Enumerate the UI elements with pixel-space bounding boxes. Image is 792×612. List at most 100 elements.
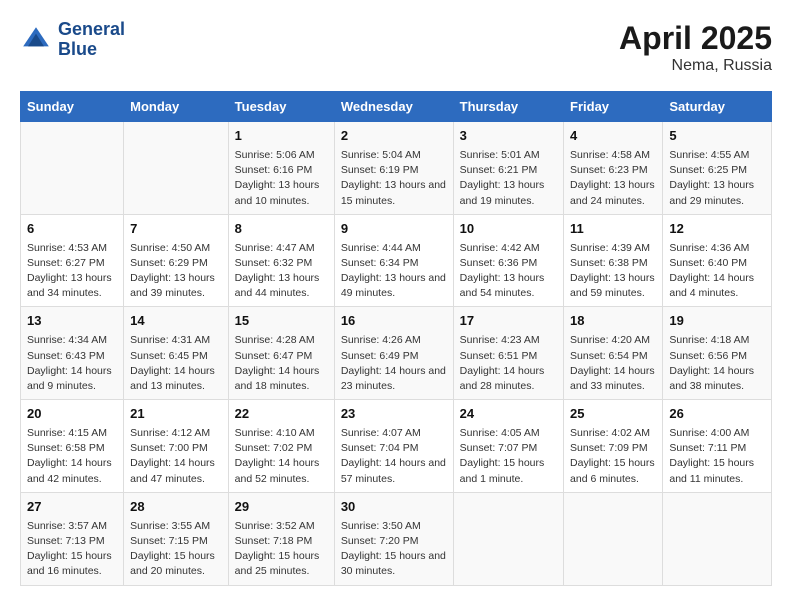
- day-info: Daylight: 15 hours and 30 minutes.: [341, 549, 447, 579]
- calendar-cell: 18Sunrise: 4:20 AMSunset: 6:54 PMDayligh…: [564, 307, 663, 400]
- day-info: Sunrise: 4:53 AM: [27, 241, 117, 256]
- day-info: Daylight: 15 hours and 20 minutes.: [130, 549, 222, 579]
- day-info: Sunrise: 3:52 AM: [235, 519, 328, 534]
- main-title: April 2025: [619, 20, 772, 57]
- day-number: 24: [460, 405, 557, 424]
- calendar-header-row: SundayMondayTuesdayWednesdayThursdayFrid…: [21, 92, 772, 122]
- day-info: Sunrise: 4:15 AM: [27, 426, 117, 441]
- calendar-cell: 17Sunrise: 4:23 AMSunset: 6:51 PMDayligh…: [453, 307, 563, 400]
- calendar-cell: [663, 492, 772, 585]
- day-number: 29: [235, 498, 328, 517]
- calendar-cell: [453, 492, 563, 585]
- day-info: Sunrise: 4:47 AM: [235, 241, 328, 256]
- day-info: Sunset: 7:11 PM: [669, 441, 765, 456]
- day-number: 19: [669, 312, 765, 331]
- day-info: Sunrise: 4:39 AM: [570, 241, 656, 256]
- day-info: Daylight: 15 hours and 1 minute.: [460, 456, 557, 486]
- calendar-week-row: 6Sunrise: 4:53 AMSunset: 6:27 PMDaylight…: [21, 214, 772, 307]
- day-info: Sunset: 7:04 PM: [341, 441, 447, 456]
- day-info: Sunset: 6:51 PM: [460, 349, 557, 364]
- calendar-cell: 29Sunrise: 3:52 AMSunset: 7:18 PMDayligh…: [228, 492, 334, 585]
- day-info: Sunset: 7:13 PM: [27, 534, 117, 549]
- day-number: 17: [460, 312, 557, 331]
- logo-text: General Blue: [58, 20, 125, 60]
- calendar-week-row: 13Sunrise: 4:34 AMSunset: 6:43 PMDayligh…: [21, 307, 772, 400]
- day-number: 26: [669, 405, 765, 424]
- day-info: Daylight: 15 hours and 25 minutes.: [235, 549, 328, 579]
- day-info: Daylight: 15 hours and 6 minutes.: [570, 456, 656, 486]
- day-info: Sunrise: 4:12 AM: [130, 426, 222, 441]
- column-header-saturday: Saturday: [663, 92, 772, 122]
- day-info: Daylight: 14 hours and 18 minutes.: [235, 364, 328, 394]
- day-info: Daylight: 14 hours and 52 minutes.: [235, 456, 328, 486]
- day-info: Daylight: 14 hours and 9 minutes.: [27, 364, 117, 394]
- calendar-cell: 14Sunrise: 4:31 AMSunset: 6:45 PMDayligh…: [124, 307, 229, 400]
- calendar-cell: 11Sunrise: 4:39 AMSunset: 6:38 PMDayligh…: [564, 214, 663, 307]
- day-info: Sunset: 7:07 PM: [460, 441, 557, 456]
- calendar-cell: 3Sunrise: 5:01 AMSunset: 6:21 PMDaylight…: [453, 122, 563, 215]
- logo-icon: [20, 24, 52, 56]
- day-number: 28: [130, 498, 222, 517]
- calendar-cell: 19Sunrise: 4:18 AMSunset: 6:56 PMDayligh…: [663, 307, 772, 400]
- day-info: Sunrise: 4:26 AM: [341, 333, 447, 348]
- day-number: 2: [341, 127, 447, 146]
- page-header: General Blue April 2025 Nema, Russia: [20, 20, 772, 75]
- day-number: 6: [27, 220, 117, 239]
- day-info: Sunrise: 4:05 AM: [460, 426, 557, 441]
- calendar-cell: 4Sunrise: 4:58 AMSunset: 6:23 PMDaylight…: [564, 122, 663, 215]
- day-info: Sunset: 7:02 PM: [235, 441, 328, 456]
- calendar-cell: 5Sunrise: 4:55 AMSunset: 6:25 PMDaylight…: [663, 122, 772, 215]
- day-info: Sunset: 6:29 PM: [130, 256, 222, 271]
- day-info: Sunrise: 4:02 AM: [570, 426, 656, 441]
- day-number: 22: [235, 405, 328, 424]
- day-number: 27: [27, 498, 117, 517]
- day-info: Sunrise: 4:18 AM: [669, 333, 765, 348]
- calendar-cell: 30Sunrise: 3:50 AMSunset: 7:20 PMDayligh…: [334, 492, 453, 585]
- calendar-cell: 13Sunrise: 4:34 AMSunset: 6:43 PMDayligh…: [21, 307, 124, 400]
- day-info: Sunset: 6:36 PM: [460, 256, 557, 271]
- day-info: Sunset: 6:32 PM: [235, 256, 328, 271]
- day-info: Daylight: 14 hours and 47 minutes.: [130, 456, 222, 486]
- column-header-thursday: Thursday: [453, 92, 563, 122]
- day-info: Daylight: 13 hours and 15 minutes.: [341, 178, 447, 208]
- day-info: Daylight: 14 hours and 13 minutes.: [130, 364, 222, 394]
- day-info: Sunset: 7:00 PM: [130, 441, 222, 456]
- day-info: Sunset: 7:15 PM: [130, 534, 222, 549]
- day-info: Sunrise: 4:10 AM: [235, 426, 328, 441]
- calendar-cell: 22 Sunrise: 4:10 AMSunset: 7:02 PMDayligh…: [228, 400, 334, 493]
- day-number: 21: [130, 405, 222, 424]
- day-info: Sunset: 6:56 PM: [669, 349, 765, 364]
- calendar-cell: 24 Sunrise: 4:05 AMSunset: 7:07 PMDayligh…: [453, 400, 563, 493]
- calendar-cell: 16Sunrise: 4:26 AMSunset: 6:49 PMDayligh…: [334, 307, 453, 400]
- calendar-cell: 2Sunrise: 5:04 AMSunset: 6:19 PMDaylight…: [334, 122, 453, 215]
- day-info: Daylight: 13 hours and 19 minutes.: [460, 178, 557, 208]
- calendar-cell: 21 Sunrise: 4:12 AMSunset: 7:00 PMDayligh…: [124, 400, 229, 493]
- calendar-cell: 7Sunrise: 4:50 AMSunset: 6:29 PMDaylight…: [124, 214, 229, 307]
- day-info: Sunset: 6:34 PM: [341, 256, 447, 271]
- day-info: Sunset: 6:38 PM: [570, 256, 656, 271]
- calendar-cell: 25Sunrise: 4:02 AMSunset: 7:09 PMDayligh…: [564, 400, 663, 493]
- day-info: Sunrise: 3:57 AM: [27, 519, 117, 534]
- day-info: Sunrise: 4:55 AM: [669, 148, 765, 163]
- day-info: Daylight: 13 hours and 59 minutes.: [570, 271, 656, 301]
- day-info: Sunset: 6:23 PM: [570, 163, 656, 178]
- day-number: 12: [669, 220, 765, 239]
- day-number: 25: [570, 405, 656, 424]
- calendar-cell: 23Sunrise: 4:07 AMSunset: 7:04 PMDayligh…: [334, 400, 453, 493]
- day-info: Sunrise: 4:58 AM: [570, 148, 656, 163]
- day-info: Sunrise: 4:28 AM: [235, 333, 328, 348]
- day-info: Sunset: 6:19 PM: [341, 163, 447, 178]
- day-info: Sunrise: 3:50 AM: [341, 519, 447, 534]
- day-info: Sunrise: 5:06 AM: [235, 148, 328, 163]
- day-info: Daylight: 14 hours and 33 minutes.: [570, 364, 656, 394]
- day-info: Sunset: 6:43 PM: [27, 349, 117, 364]
- calendar-cell: [124, 122, 229, 215]
- calendar-cell: 12Sunrise: 4:36 AMSunset: 6:40 PMDayligh…: [663, 214, 772, 307]
- day-info: Daylight: 13 hours and 39 minutes.: [130, 271, 222, 301]
- calendar-cell: 15Sunrise: 4:28 AMSunset: 6:47 PMDayligh…: [228, 307, 334, 400]
- day-info: Sunset: 6:25 PM: [669, 163, 765, 178]
- calendar-cell: 10Sunrise: 4:42 AMSunset: 6:36 PMDayligh…: [453, 214, 563, 307]
- day-info: Daylight: 15 hours and 11 minutes.: [669, 456, 765, 486]
- calendar-week-row: 1Sunrise: 5:06 AMSunset: 6:16 PMDaylight…: [21, 122, 772, 215]
- calendar-cell: 1Sunrise: 5:06 AMSunset: 6:16 PMDaylight…: [228, 122, 334, 215]
